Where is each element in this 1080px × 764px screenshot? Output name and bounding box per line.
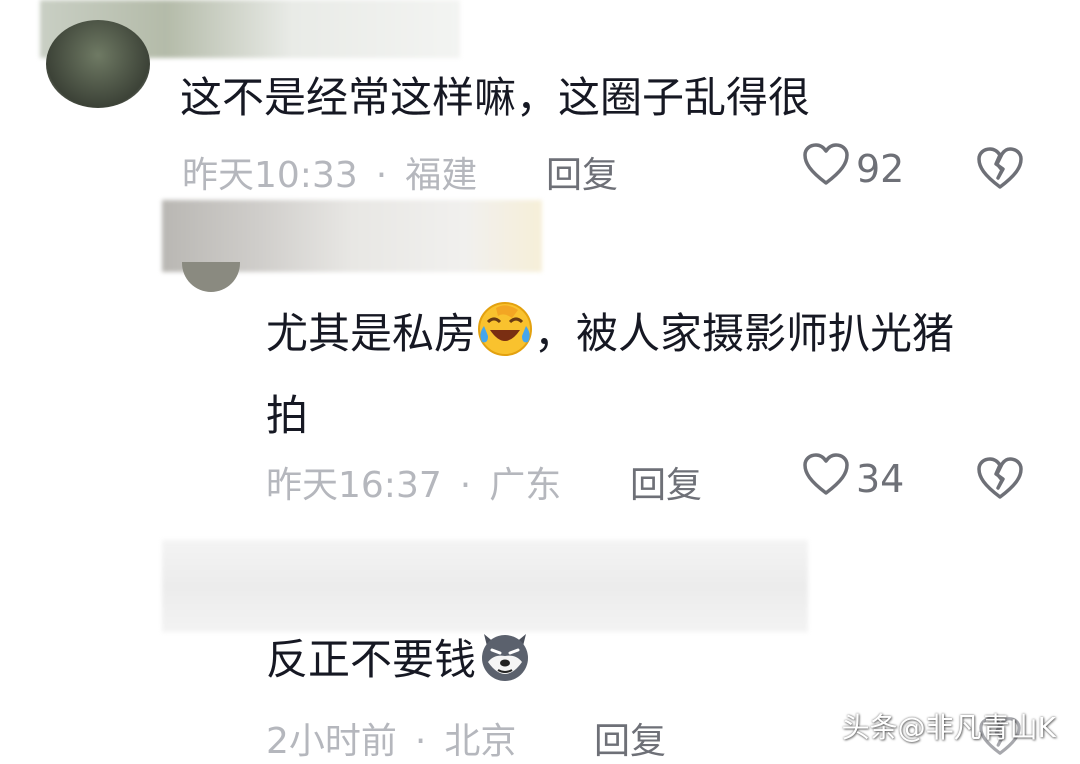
- reply-button[interactable]: 回复: [546, 146, 618, 198]
- comment-2-text-part1: 尤其是私房: [266, 309, 477, 358]
- blurred-username: [162, 540, 808, 632]
- comment-2-text: 尤其是私房 ，被人家摄影师扒光猪 拍: [266, 298, 1026, 452]
- reply-button[interactable]: 回复: [630, 456, 702, 508]
- timestamp: 2小时前: [266, 721, 397, 762]
- comment-3-text-body: 反正不要钱: [266, 635, 477, 684]
- comment-3-text: 反正不要钱: [266, 624, 534, 706]
- like-count: 34: [856, 456, 905, 501]
- separator: ·: [459, 465, 472, 506]
- dog-face-emoji: [476, 626, 534, 706]
- broken-heart-icon[interactable]: [976, 456, 1024, 504]
- timestamp: 昨天10:33: [182, 155, 358, 196]
- comment-1-text: 这不是经常这样嘛，这圈子乱得很: [180, 73, 811, 122]
- comment-1-meta: 昨天10:33 · 福建: [182, 146, 477, 198]
- heart-icon: [802, 452, 850, 505]
- separator: ·: [414, 721, 427, 762]
- comment-2-text-part2: ，被人家摄影师扒光猪: [534, 309, 955, 358]
- location: 广东: [489, 465, 562, 506]
- reply-button[interactable]: 回复: [594, 712, 666, 764]
- heart-icon: [802, 142, 850, 195]
- location: 北京: [444, 721, 517, 762]
- like-count: 92: [856, 146, 905, 191]
- comment-2-meta: 昨天16:37 · 广东: [266, 456, 561, 508]
- comment-3-meta: 2小时前 · 北京: [266, 712, 516, 764]
- location: 福建: [405, 155, 478, 196]
- separator: ·: [375, 155, 388, 196]
- avatar[interactable]: [182, 262, 240, 292]
- like-button[interactable]: 92: [802, 142, 904, 195]
- timestamp: 昨天16:37: [266, 465, 442, 506]
- like-button[interactable]: 34: [802, 452, 904, 505]
- comment-2-text-line2: 拍: [266, 391, 309, 440]
- watermark: 头条@非凡青山K: [841, 711, 1056, 744]
- laughing-tears-emoji: [476, 300, 534, 380]
- avatar[interactable]: [46, 20, 150, 108]
- broken-heart-icon[interactable]: [976, 146, 1024, 194]
